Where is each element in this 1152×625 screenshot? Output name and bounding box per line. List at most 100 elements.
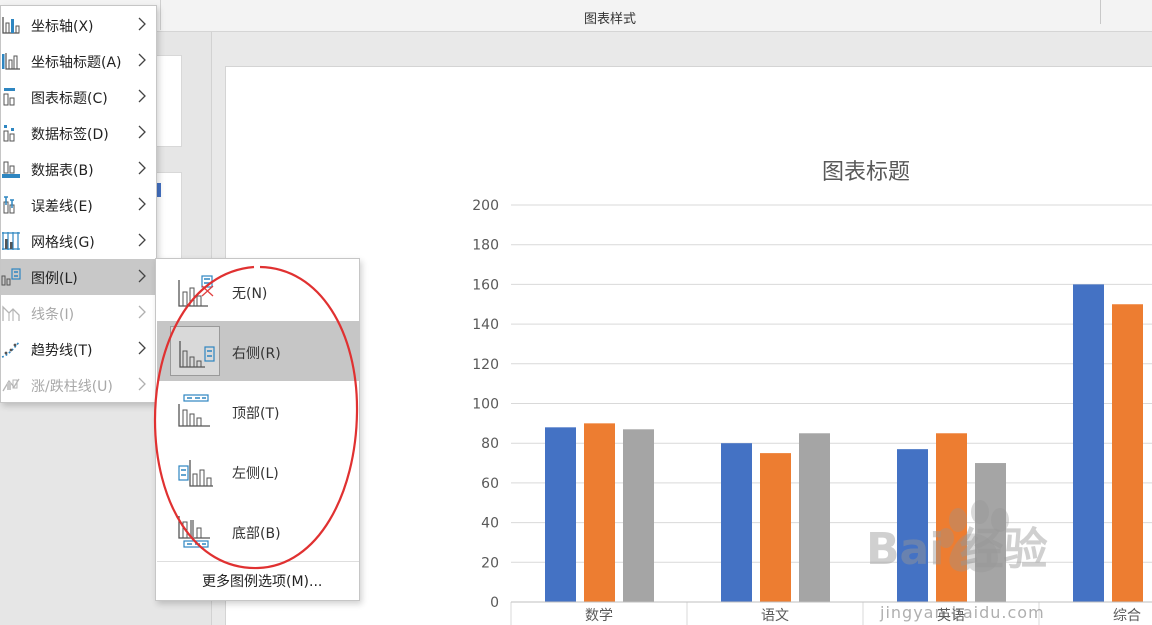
up-down-bars-icon	[2, 378, 20, 392]
y-tick-label: 40	[481, 516, 499, 532]
menu-item-up-down-bars: 涨/跌柱线(U)	[1, 367, 156, 403]
y-tick-label: 0	[490, 595, 499, 611]
legend-bottom-icon	[178, 516, 210, 548]
lines-icon	[2, 305, 20, 321]
chevron-right-icon	[138, 17, 146, 31]
menu-item-label: 数据表(B)	[31, 163, 94, 179]
menu-item-data-table[interactable]: 数据表(B)	[1, 151, 156, 187]
legend-left-icon	[178, 460, 213, 487]
bar[interactable]	[545, 427, 576, 602]
legend-option-right[interactable]: 右侧(R)	[157, 321, 359, 381]
chevron-right-icon	[138, 341, 146, 355]
option-icon-box	[170, 446, 220, 496]
y-tick-label: 140	[472, 317, 499, 333]
chevron-right-icon	[138, 53, 146, 67]
error-bars-icon	[3, 196, 15, 214]
menu-item-label: 误差线(E)	[31, 199, 93, 215]
chart-styles-group-label: 图表样式	[583, 12, 636, 27]
trendline-icon	[1, 341, 20, 358]
ribbon: 图表样式	[0, 0, 1152, 32]
ribbon-separator	[160, 0, 161, 30]
chart-area[interactable]: 图表标题 0 20 40 60 80 100 120 140 160 180 200 数学 语文 英语综…	[225, 66, 1152, 625]
legend-option-label: 顶部(T)	[232, 406, 280, 422]
legend-option-label: 无(N)	[232, 286, 268, 302]
chart-title-icon	[3, 88, 15, 106]
menu-item-label: 图例(L)	[31, 271, 78, 287]
menu-item-label: 图表标题(C)	[31, 91, 108, 107]
legend-top-icon	[178, 394, 210, 427]
menu-item-label: 坐标轴标题(A)	[31, 55, 122, 71]
menu-item-axis[interactable]: 坐标轴(X)	[1, 7, 156, 43]
x-axis: 数学 语文 英语 综合	[510, 601, 1152, 625]
chart-element-menu: 坐标轴(X) 坐标轴标题(A) 图表标题(C) 数据标签(D) 数据表(B) 误…	[0, 5, 157, 403]
bar[interactable]	[760, 453, 791, 602]
legend-submenu: 无(N) 右侧(R) 顶部(T) 左侧(L) 底部(B) 更多图例选项(M)..…	[155, 258, 360, 601]
option-icon-box	[170, 386, 220, 436]
option-icon-box	[170, 326, 220, 376]
menu-item-label: 趋势线(T)	[31, 343, 93, 359]
chevron-right-icon	[138, 305, 146, 319]
watermark-url: jingyan.baidu.com	[880, 603, 1045, 622]
chevron-right-icon	[138, 233, 146, 247]
bar[interactable]	[975, 463, 1006, 602]
y-tick-label: 60	[481, 476, 499, 492]
y-tick-label: 120	[472, 357, 499, 373]
chevron-right-icon	[138, 197, 146, 211]
bar[interactable]	[1112, 304, 1143, 602]
more-legend-options-link[interactable]: 更多图例选项(M)...	[202, 571, 322, 591]
axis-icon	[2, 17, 20, 34]
legend-icon	[1, 268, 21, 286]
legend-option-bottom[interactable]: 底部(B)	[157, 501, 359, 561]
bar[interactable]	[936, 433, 967, 602]
x-tick-label: 数学	[585, 608, 613, 624]
bar[interactable]	[799, 433, 830, 602]
menu-item-data-labels[interactable]: 数据标签(D)	[1, 115, 156, 151]
chevron-right-icon	[138, 161, 146, 175]
menu-item-chart-title[interactable]: 图表标题(C)	[1, 79, 156, 115]
menu-item-legend[interactable]: 图例(L)	[1, 259, 156, 295]
legend-option-left[interactable]: 左侧(L)	[157, 441, 359, 501]
gridlines-icon	[2, 232, 20, 250]
axis-title-icon	[2, 53, 20, 70]
option-icon-box	[170, 506, 220, 556]
menu-item-lines: 线条(I)	[1, 295, 156, 331]
menu-item-trendline[interactable]: 趋势线(T)	[1, 331, 156, 367]
y-tick-label: 20	[481, 555, 499, 571]
chevron-right-icon	[138, 125, 146, 139]
y-tick-label: 180	[472, 238, 499, 254]
y-tick-label: 200	[472, 198, 499, 214]
data-labels-icon	[3, 125, 15, 142]
y-tick-label: 160	[472, 277, 499, 293]
menu-item-label: 网格线(G)	[31, 235, 95, 251]
legend-option-label: 右侧(R)	[232, 346, 281, 362]
bar-chart[interactable]: 图表标题 020406080100120140160180200 数学 语文 英语综…	[226, 67, 1152, 625]
menu-item-gridlines[interactable]: 网格线(G)	[1, 223, 156, 259]
chevron-right-icon	[138, 377, 146, 391]
chevron-right-icon	[138, 89, 146, 103]
thumbnail-bar	[157, 183, 161, 197]
legend-none-icon	[178, 275, 214, 307]
y-tick-label: 100	[472, 397, 499, 413]
x-tick-label: 语文	[761, 608, 789, 624]
y-axis-ticks: 0 20 40 60 80 100 120 140 160 180 200	[472, 198, 499, 611]
option-icon-box	[170, 266, 220, 316]
chart-title[interactable]: 图表标题	[822, 160, 910, 185]
legend-option-label: 底部(B)	[232, 526, 281, 542]
menu-item-label: 线条(I)	[31, 307, 75, 323]
bar[interactable]	[721, 443, 752, 602]
menu-item-label: 坐标轴(X)	[31, 19, 94, 35]
ribbon-separator	[1100, 0, 1101, 24]
legend-option-label: 左侧(L)	[232, 466, 279, 482]
submenu-separator	[157, 561, 359, 562]
chevron-right-icon	[138, 269, 146, 283]
legend-right-icon	[179, 341, 215, 368]
menu-item-axis-title[interactable]: 坐标轴标题(A)	[1, 43, 156, 79]
legend-option-none[interactable]: 无(N)	[157, 261, 359, 321]
bar[interactable]	[584, 423, 615, 602]
bar[interactable]	[623, 429, 654, 602]
legend-option-top[interactable]: 顶部(T)	[157, 381, 359, 441]
bar[interactable]	[1073, 284, 1104, 602]
menu-item-error-bars[interactable]: 误差线(E)	[1, 187, 156, 223]
bar[interactable]	[897, 449, 928, 602]
y-tick-label: 80	[481, 436, 499, 452]
